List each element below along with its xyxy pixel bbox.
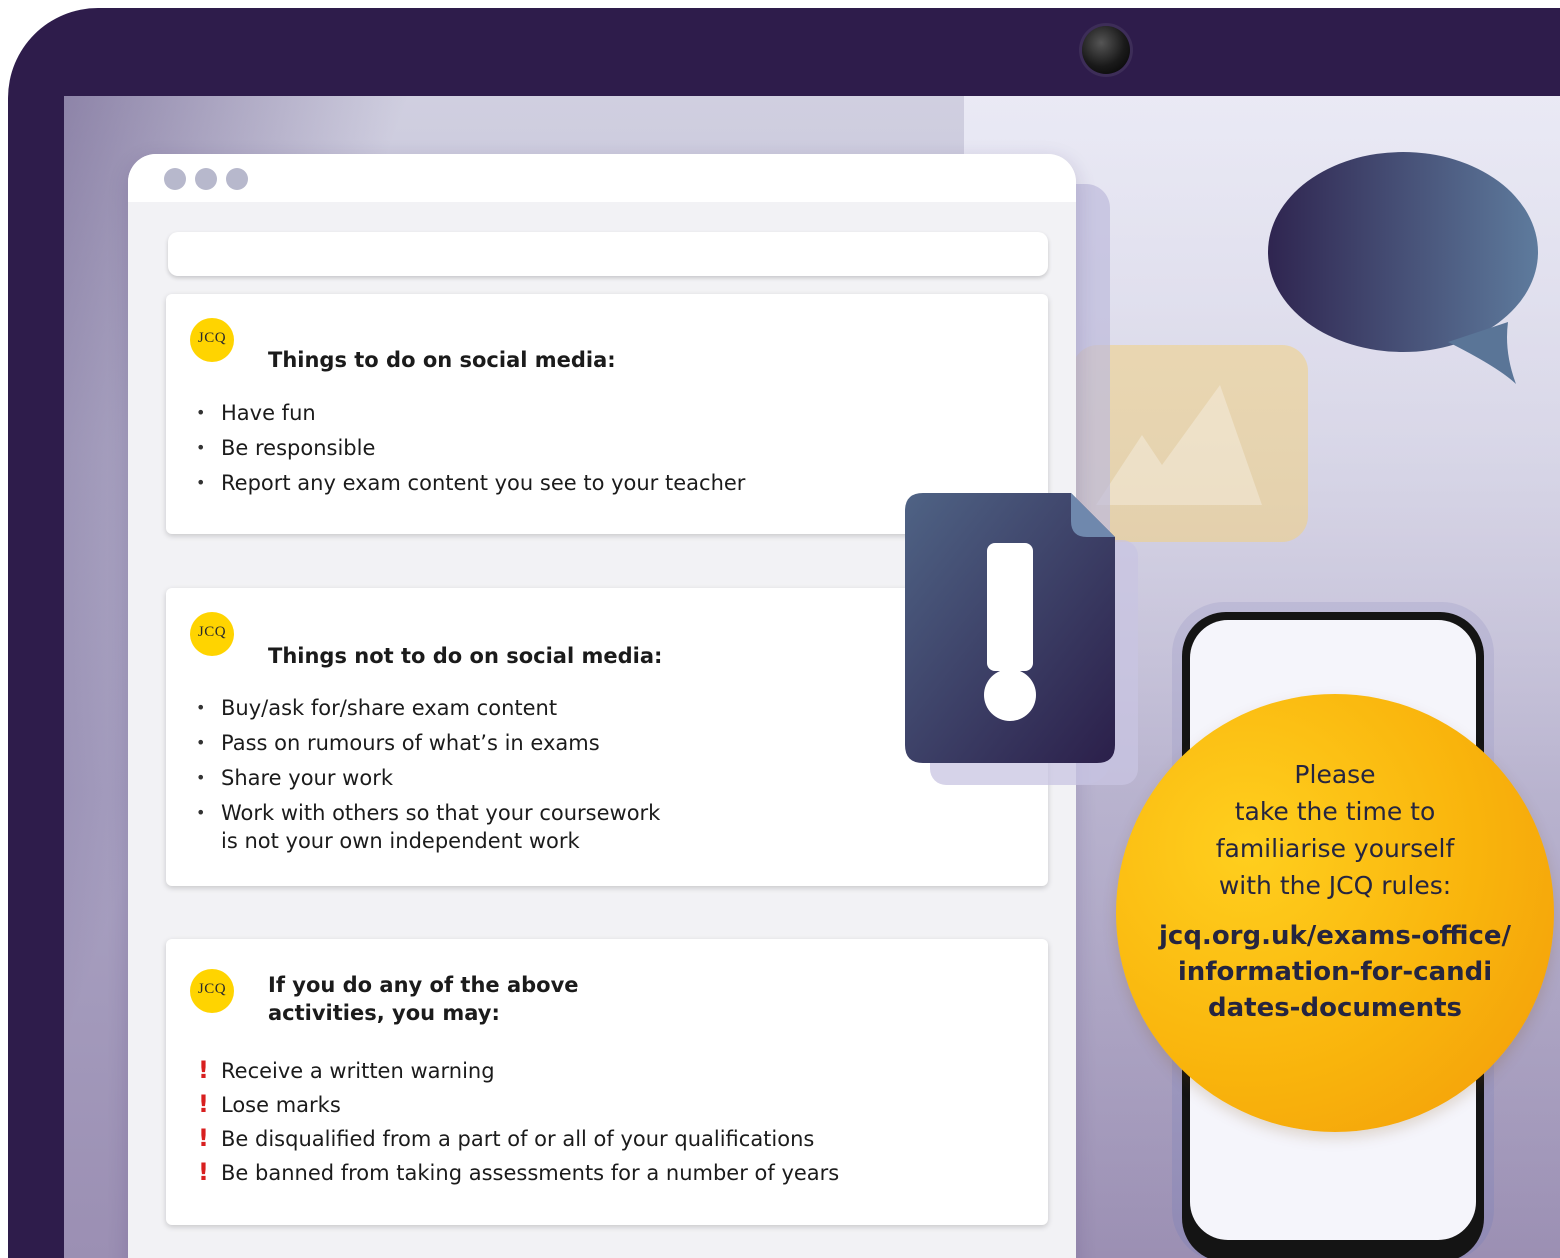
- card-title: If you do any of the above activities, y…: [268, 971, 579, 1027]
- logo-text: JCQ: [197, 981, 227, 997]
- link-line[interactable]: jcq.org.uk/exams-office/: [1116, 918, 1554, 954]
- jcq-logo: JCQ: [190, 969, 234, 1013]
- jcq-link[interactable]: jcq.org.uk/exams-office/ information-for…: [1116, 918, 1554, 1026]
- speech-bubble-icon: [1268, 152, 1538, 384]
- list-item: Report any exam content you see to your …: [196, 470, 745, 496]
- window-dot-1[interactable]: [164, 168, 186, 190]
- consequence-list: Receive a written warning Lose marks Be …: [196, 1057, 839, 1194]
- list-item: Have fun: [196, 400, 745, 426]
- browser-titlebar: [128, 154, 1076, 202]
- window-dot-3[interactable]: [226, 168, 248, 190]
- dont-list: Buy/ask for/share exam content Pass on r…: [196, 695, 660, 863]
- callout-line: with the JCQ rules:: [1218, 871, 1452, 900]
- warning-item: Be disqualified from a part of or all of…: [196, 1125, 839, 1152]
- warning-item: Be banned from taking assessments for a …: [196, 1159, 839, 1186]
- callout-line: Please: [1294, 760, 1376, 789]
- webcam-icon: [1082, 26, 1130, 74]
- warning-item: Lose marks: [196, 1091, 839, 1118]
- link-line[interactable]: information-for-candi: [1116, 954, 1554, 990]
- window-dot-2[interactable]: [195, 168, 217, 190]
- list-item: Be responsible: [196, 435, 745, 461]
- card-title: Things to do on social media:: [268, 348, 616, 372]
- list-item: Share your work: [196, 765, 660, 791]
- list-item: Work with others so that your coursework: [196, 800, 660, 826]
- list-item: Buy/ask for/share exam content: [196, 695, 660, 721]
- list-item: Pass on rumours of what’s in exams: [196, 730, 660, 756]
- alert-document-icon: [905, 493, 1115, 763]
- do-list: Have fun Be responsible Report any exam …: [196, 400, 745, 505]
- card-title: Things not to do on social media:: [268, 644, 663, 668]
- jcq-callout: Please take the time to familiarise your…: [1116, 694, 1554, 1132]
- logo-text: JCQ: [197, 330, 227, 346]
- card-consequences: JCQ If you do any of the above activitie…: [166, 939, 1048, 1225]
- callout-line: take the time to: [1234, 797, 1436, 826]
- link-line[interactable]: dates-documents: [1116, 990, 1554, 1026]
- warning-item: Receive a written warning: [196, 1057, 839, 1084]
- card-title-line: If you do any of the above: [268, 973, 579, 997]
- list-item-continued: is not your own independent work: [221, 829, 580, 853]
- jcq-logo: JCQ: [190, 612, 234, 656]
- callout-line: familiarise yourself: [1215, 834, 1455, 863]
- logo-text: JCQ: [197, 624, 227, 640]
- address-bar[interactable]: [168, 232, 1048, 276]
- jcq-logo: JCQ: [190, 318, 234, 362]
- callout-text: Please take the time to familiarise your…: [1116, 756, 1554, 904]
- card-title-line: activities, you may:: [268, 1001, 500, 1025]
